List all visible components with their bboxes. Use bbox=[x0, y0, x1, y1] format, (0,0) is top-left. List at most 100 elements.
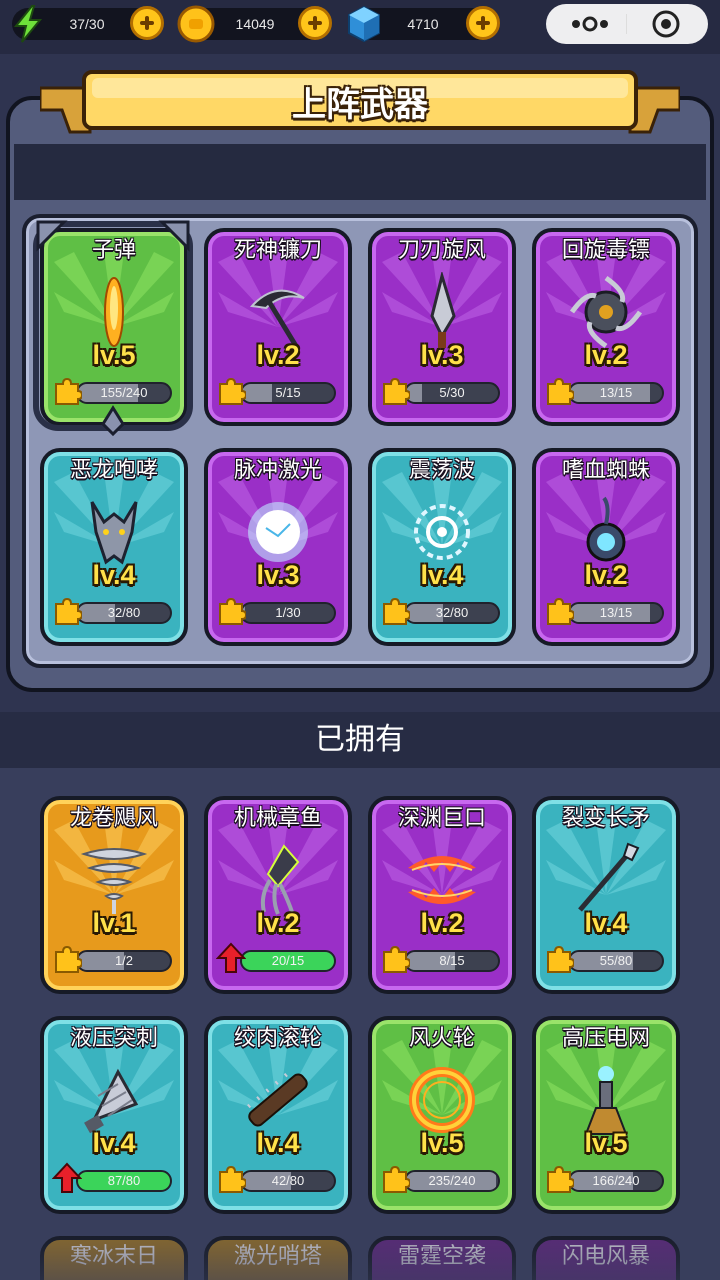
progress-bar: 55/80 bbox=[568, 950, 664, 972]
puzzle-piece-icon bbox=[547, 597, 574, 625]
weapon-card[interactable]: 嗜血蜘蛛 lv.2 13/15 bbox=[532, 448, 680, 646]
card-level: lv.5 bbox=[584, 1128, 628, 1158]
puzzle-piece-icon bbox=[219, 1165, 246, 1193]
weapon-card[interactable]: 龙卷飓风 lv.1 1/2 bbox=[40, 796, 188, 994]
puzzle-piece-icon bbox=[219, 377, 246, 405]
weapon-card[interactable]: 风火轮 lv.5 235/240 bbox=[368, 1016, 516, 1214]
progress-text: 20/15 bbox=[271, 953, 305, 968]
weapon-card-partial[interactable]: 雷霆空袭 bbox=[368, 1236, 516, 1280]
card-level: lv.4 bbox=[92, 560, 136, 590]
weapon-card[interactable]: 刀刃旋风 lv.3 5/30 bbox=[368, 228, 516, 426]
puzzle-piece-icon bbox=[55, 377, 82, 405]
gold-coin-icon bbox=[177, 5, 215, 43]
progress-text: 1/2 bbox=[114, 953, 134, 968]
upgrade-arrow-icon bbox=[52, 1162, 82, 1193]
gold-value: 14049 bbox=[235, 16, 275, 32]
puzzle-piece-icon bbox=[219, 597, 246, 625]
panel-header-band bbox=[14, 144, 706, 200]
energy-counter: 37/30 bbox=[12, 5, 164, 43]
upgrade-arrow-icon bbox=[216, 942, 246, 973]
weapon-card[interactable]: 回旋毒镖 lv.2 13/15 bbox=[532, 228, 680, 426]
progress-bar: 42/80 bbox=[240, 1170, 336, 1192]
progress-text: 5/30 bbox=[439, 385, 465, 400]
progress-text: 32/80 bbox=[107, 605, 141, 620]
card-level: lv.2 bbox=[584, 560, 628, 590]
progress-bar: 8/15 bbox=[404, 950, 500, 972]
progress-bar: 5/30 bbox=[404, 382, 500, 404]
more-dots-icon[interactable] bbox=[568, 4, 612, 44]
weapon-card[interactable]: 深渊巨口 lv.2 8/15 bbox=[368, 796, 516, 994]
weapon-card[interactable]: 恶龙咆哮 lv.4 32/80 bbox=[40, 448, 188, 646]
weapon-card[interactable]: 脉冲激光 lv.3 1/30 bbox=[204, 448, 352, 646]
weapon-card[interactable]: 高压电网 lv.5 166/240 bbox=[532, 1016, 680, 1214]
card-level: lv.2 bbox=[584, 340, 628, 370]
card-level: lv.4 bbox=[420, 560, 464, 590]
card-name: 回旋毒镖 bbox=[561, 238, 650, 263]
target-circle-icon[interactable] bbox=[650, 8, 682, 40]
weapon-card-partial[interactable]: 闪电风暴 bbox=[532, 1236, 680, 1280]
progress-bar: 235/240 bbox=[404, 1170, 500, 1192]
progress-text: 32/80 bbox=[435, 605, 469, 620]
card-name: 闪电风暴 bbox=[561, 1244, 650, 1269]
puzzle-piece-icon bbox=[383, 597, 410, 625]
puzzle-piece-icon bbox=[547, 945, 574, 973]
card-level: lv.3 bbox=[256, 560, 300, 590]
energy-value: 37/30 bbox=[69, 16, 105, 32]
progress-text: 13/15 bbox=[599, 605, 633, 620]
gem-counter: 4710 bbox=[348, 5, 500, 43]
puzzle-piece-icon bbox=[55, 945, 82, 973]
card-level: lv.2 bbox=[256, 908, 300, 938]
progress-text: 87/80 bbox=[107, 1173, 141, 1188]
weapon-card[interactable]: 裂变长矛 lv.4 55/80 bbox=[532, 796, 680, 994]
progress-bar: 1/2 bbox=[76, 950, 172, 972]
progress-bar: 166/240 bbox=[568, 1170, 664, 1192]
puzzle-piece-icon bbox=[547, 377, 574, 405]
puzzle-piece-icon bbox=[383, 377, 410, 405]
weapon-card[interactable]: 机械章鱼 lv.2 20/15 bbox=[204, 796, 352, 994]
card-level: lv.2 bbox=[420, 908, 464, 938]
weapon-card[interactable]: 子弹 lv.5 155/240 bbox=[40, 228, 188, 426]
add-gem-button[interactable] bbox=[466, 6, 500, 40]
progress-text: 1/30 bbox=[275, 605, 301, 620]
progress-bar: 32/80 bbox=[76, 602, 172, 624]
card-name: 寒冰末日 bbox=[69, 1244, 158, 1269]
puzzle-piece-icon bbox=[383, 945, 410, 973]
card-name: 激光哨塔 bbox=[233, 1244, 322, 1269]
progress-bar: 13/15 bbox=[568, 602, 664, 624]
card-name: 高压电网 bbox=[561, 1026, 650, 1051]
owned-title: 已拥有 bbox=[315, 722, 405, 757]
card-name: 绞肉滚轮 bbox=[233, 1026, 322, 1051]
deploy-title: 上阵武器 bbox=[292, 85, 428, 125]
weapon-card[interactable]: 震荡波 lv.4 32/80 bbox=[368, 448, 516, 646]
capsule-divider bbox=[626, 14, 627, 34]
progress-bar: 87/80 bbox=[76, 1170, 172, 1192]
gem-value: 4710 bbox=[407, 16, 439, 32]
progress-bar: 20/15 bbox=[240, 950, 336, 972]
weapon-card-partial[interactable]: 激光哨塔 bbox=[204, 1236, 352, 1280]
puzzle-piece-icon bbox=[547, 1165, 574, 1193]
weapon-card[interactable]: 液压突刺 lv.4 87/80 bbox=[40, 1016, 188, 1214]
add-gold-button[interactable] bbox=[298, 6, 332, 40]
card-level: lv.2 bbox=[256, 340, 300, 370]
card-level: lv.4 bbox=[256, 1128, 300, 1158]
gold-counter: 14049 bbox=[177, 5, 332, 43]
card-name: 雷霆空袭 bbox=[397, 1244, 486, 1269]
top-resource-bar: 37/30 14049 4710 bbox=[0, 0, 720, 54]
card-name: 机械章鱼 bbox=[233, 806, 322, 831]
card-name: 脉冲激光 bbox=[233, 458, 322, 483]
progress-bar: 13/15 bbox=[568, 382, 664, 404]
weapon-card-partial[interactable]: 寒冰末日 bbox=[40, 1236, 188, 1280]
card-name: 嗜血蜘蛛 bbox=[561, 458, 650, 483]
progress-bar: 155/240 bbox=[76, 382, 172, 404]
progress-text: 155/240 bbox=[100, 385, 148, 400]
progress-bar: 1/30 bbox=[240, 602, 336, 624]
card-name: 死神镰刀 bbox=[233, 238, 322, 263]
weapon-card[interactable]: 绞肉滚轮 lv.4 42/80 bbox=[204, 1016, 352, 1214]
mini-program-capsule bbox=[546, 4, 708, 44]
weapon-card[interactable]: 死神镰刀 lv.2 5/15 bbox=[204, 228, 352, 426]
progress-text: 55/80 bbox=[599, 953, 633, 968]
progress-text: 5/15 bbox=[275, 385, 301, 400]
progress-text: 235/240 bbox=[428, 1173, 476, 1188]
add-energy-button[interactable] bbox=[130, 6, 164, 40]
card-name: 裂变长矛 bbox=[561, 806, 650, 831]
